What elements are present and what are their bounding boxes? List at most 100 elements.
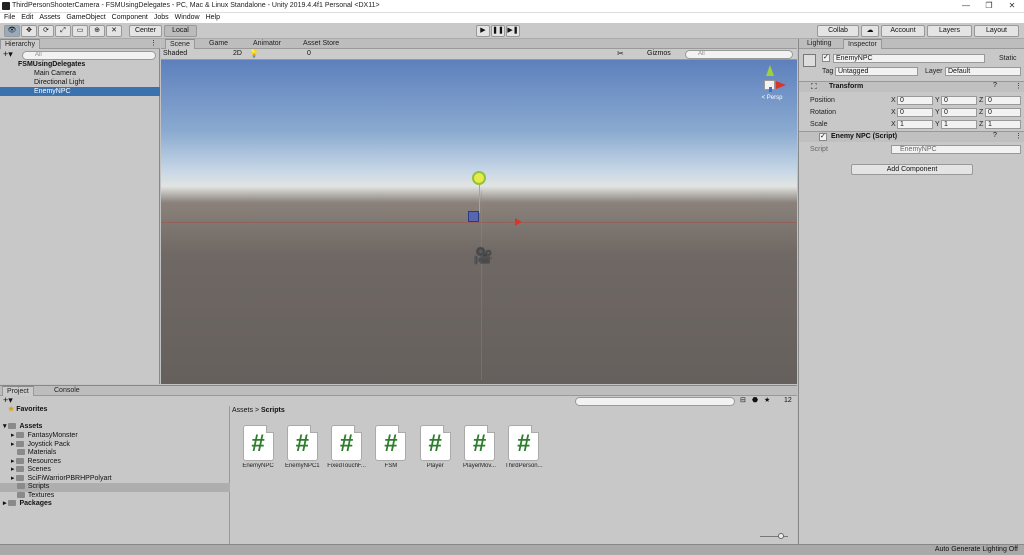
lighting-toggle-icon[interactable]: 💡 (249, 49, 259, 58)
folder-item[interactable]: ▸ Joystick Pack (0, 441, 230, 450)
transform-x-field[interactable]: 0 (897, 96, 933, 105)
transform-z-field[interactable]: 0 (985, 108, 1021, 117)
custom-tool-button[interactable]: ✕ (106, 25, 122, 37)
transform-tool-button[interactable]: ⊕ (89, 25, 105, 37)
transform-header[interactable]: ⛶ Transform ? ⋮ (799, 81, 1024, 92)
play-button[interactable]: ▶ (476, 25, 490, 37)
transform-y-field[interactable]: 0 (941, 96, 977, 105)
breadcrumb-scripts[interactable]: Scripts (261, 407, 285, 414)
search-by-type-icon[interactable]: ⊟ (740, 396, 746, 404)
script-asset[interactable]: # FSM (369, 425, 413, 469)
more-options-icon[interactable]: ⋮ (150, 39, 157, 47)
hierarchy-search-input[interactable]: All (22, 51, 156, 60)
add-object-button[interactable]: +▾ (3, 50, 13, 59)
active-checkbox[interactable]: ✓ (822, 54, 830, 62)
maximize-icon[interactable]: ❐ (978, 0, 1000, 12)
menu-component[interactable]: Component (112, 13, 148, 23)
expand-arrow-icon[interactable]: ▸ (11, 432, 15, 439)
step-button[interactable]: ▶❚ (506, 25, 520, 37)
script-asset[interactable]: # ThirdPerson... (502, 425, 546, 469)
tab-game[interactable]: Game (205, 39, 232, 49)
layer-dropdown[interactable]: Default (945, 67, 1021, 76)
expand-arrow-icon[interactable]: ▸ (11, 458, 15, 465)
menu-assets[interactable]: Assets (39, 13, 60, 23)
scene-search-input[interactable]: All (685, 50, 793, 59)
tab-asset-store[interactable]: Asset Store (299, 39, 343, 49)
shading-dropdown[interactable]: Shaded (163, 50, 187, 57)
menu-edit[interactable]: Edit (21, 13, 33, 23)
folder-item[interactable]: ▸ Scenes (0, 466, 230, 475)
tab-inspector[interactable]: Inspector (843, 39, 882, 49)
object-pivot-handle[interactable] (468, 211, 479, 222)
tab-animator[interactable]: Animator (249, 39, 285, 49)
breadcrumb-assets[interactable]: Assets (232, 407, 253, 414)
transform-z-field[interactable]: 1 (985, 120, 1021, 129)
tag-dropdown[interactable]: Untagged (835, 67, 918, 76)
create-asset-button[interactable]: +▾ (3, 396, 13, 405)
help-icon[interactable]: ? (993, 82, 997, 89)
camera-gizmo-icon[interactable]: 🎥 (473, 249, 495, 265)
scene-view[interactable]: 🎥 < Persp (161, 60, 797, 384)
favorite-star-icon[interactable]: ★ (764, 396, 770, 404)
cloud-icon[interactable]: ☁ (861, 25, 879, 37)
menu-window[interactable]: Window (175, 13, 200, 23)
layout-dropdown[interactable]: Layout (974, 25, 1019, 37)
layers-dropdown[interactable]: Layers (927, 25, 972, 37)
rect-tool-button[interactable]: ▭ (72, 25, 88, 37)
script-enabled-checkbox[interactable]: ✓ (819, 133, 827, 141)
folder-item[interactable]: ▸ FantasyMonster (0, 432, 230, 441)
menu-jobs[interactable]: Jobs (154, 13, 169, 23)
assets-root[interactable]: ▾ Assets (0, 423, 230, 432)
script-asset[interactable]: # PlayerMov... (458, 425, 502, 469)
expand-arrow-icon[interactable] (11, 492, 15, 499)
expand-arrow-icon[interactable]: ▸ (11, 475, 15, 482)
scene-orientation-gizmo[interactable]: < Persp (753, 65, 791, 109)
script-reference-field[interactable]: EnemyNPC (891, 145, 1021, 154)
persp-label[interactable]: < Persp (753, 95, 791, 101)
folder-item[interactable]: Textures (0, 492, 230, 501)
add-component-button[interactable]: Add Component (851, 164, 973, 175)
script-asset[interactable]: # FixedTouchF... (325, 425, 369, 469)
pivot-center-button[interactable]: Center (129, 25, 162, 37)
icon-size-slider[interactable] (760, 533, 788, 539)
expand-arrow-icon[interactable]: ▸ (11, 441, 15, 448)
rotate-tool-button[interactable]: ⟳ (38, 25, 54, 37)
slider-thumb[interactable] (778, 533, 784, 539)
packages-root[interactable]: ▸ Packages (0, 500, 230, 509)
hidden-count[interactable]: 0 (307, 50, 311, 57)
pivot-local-button[interactable]: Local (164, 25, 197, 37)
transform-z-field[interactable]: 0 (985, 96, 1021, 105)
script-component-header[interactable]: ✓ Enemy NPC (Script) ? ⋮ (799, 131, 1024, 142)
folder-item[interactable]: Scripts (0, 483, 230, 492)
script-asset[interactable]: # EnemyNPC1 (280, 425, 324, 469)
collab-button[interactable]: Collab (817, 25, 859, 37)
scale-tool-button[interactable]: ⤢ (55, 25, 71, 37)
hierarchy-item[interactable]: Main Camera (0, 69, 160, 78)
folder-item[interactable]: Materials (0, 449, 230, 458)
tools-icon[interactable]: ✂ (617, 49, 624, 58)
static-label[interactable]: Static (999, 55, 1017, 62)
transform-y-field[interactable]: 0 (941, 108, 977, 117)
project-search-input[interactable] (575, 397, 735, 406)
pause-button[interactable]: ❚❚ (491, 25, 505, 37)
transform-x-field[interactable]: 0 (897, 108, 933, 117)
hierarchy-item-selected[interactable]: EnemyNPC (0, 87, 160, 96)
hierarchy-item[interactable]: Directional Light (0, 78, 160, 87)
transform-y-field[interactable]: 1 (941, 120, 977, 129)
tab-hierarchy[interactable]: Hierarchy (0, 39, 40, 49)
light-gizmo-icon[interactable] (474, 173, 484, 183)
expand-arrow-icon[interactable]: ▸ (11, 466, 15, 473)
close-icon[interactable]: ✕ (1001, 0, 1023, 12)
account-dropdown[interactable]: Account (881, 25, 925, 37)
folder-item[interactable]: ▸ SciFiWarriorPBRHPPolyart (0, 475, 230, 484)
transform-x-field[interactable]: 1 (897, 120, 933, 129)
scene-root[interactable]: FSMUsingDelegates (0, 60, 160, 69)
favorites-row[interactable]: ★ Favorites (0, 406, 230, 415)
folder-item[interactable]: ▸ Resources (0, 458, 230, 467)
component-menu-icon[interactable]: ⋮ (1015, 82, 1022, 90)
tab-scene[interactable]: Scene (165, 39, 195, 49)
object-name-field[interactable]: EnemyNPC (833, 54, 985, 63)
move-tool-button[interactable]: ✥ (21, 25, 37, 37)
x-axis-handle-icon[interactable] (515, 218, 522, 226)
minimize-icon[interactable]: — (955, 0, 977, 12)
